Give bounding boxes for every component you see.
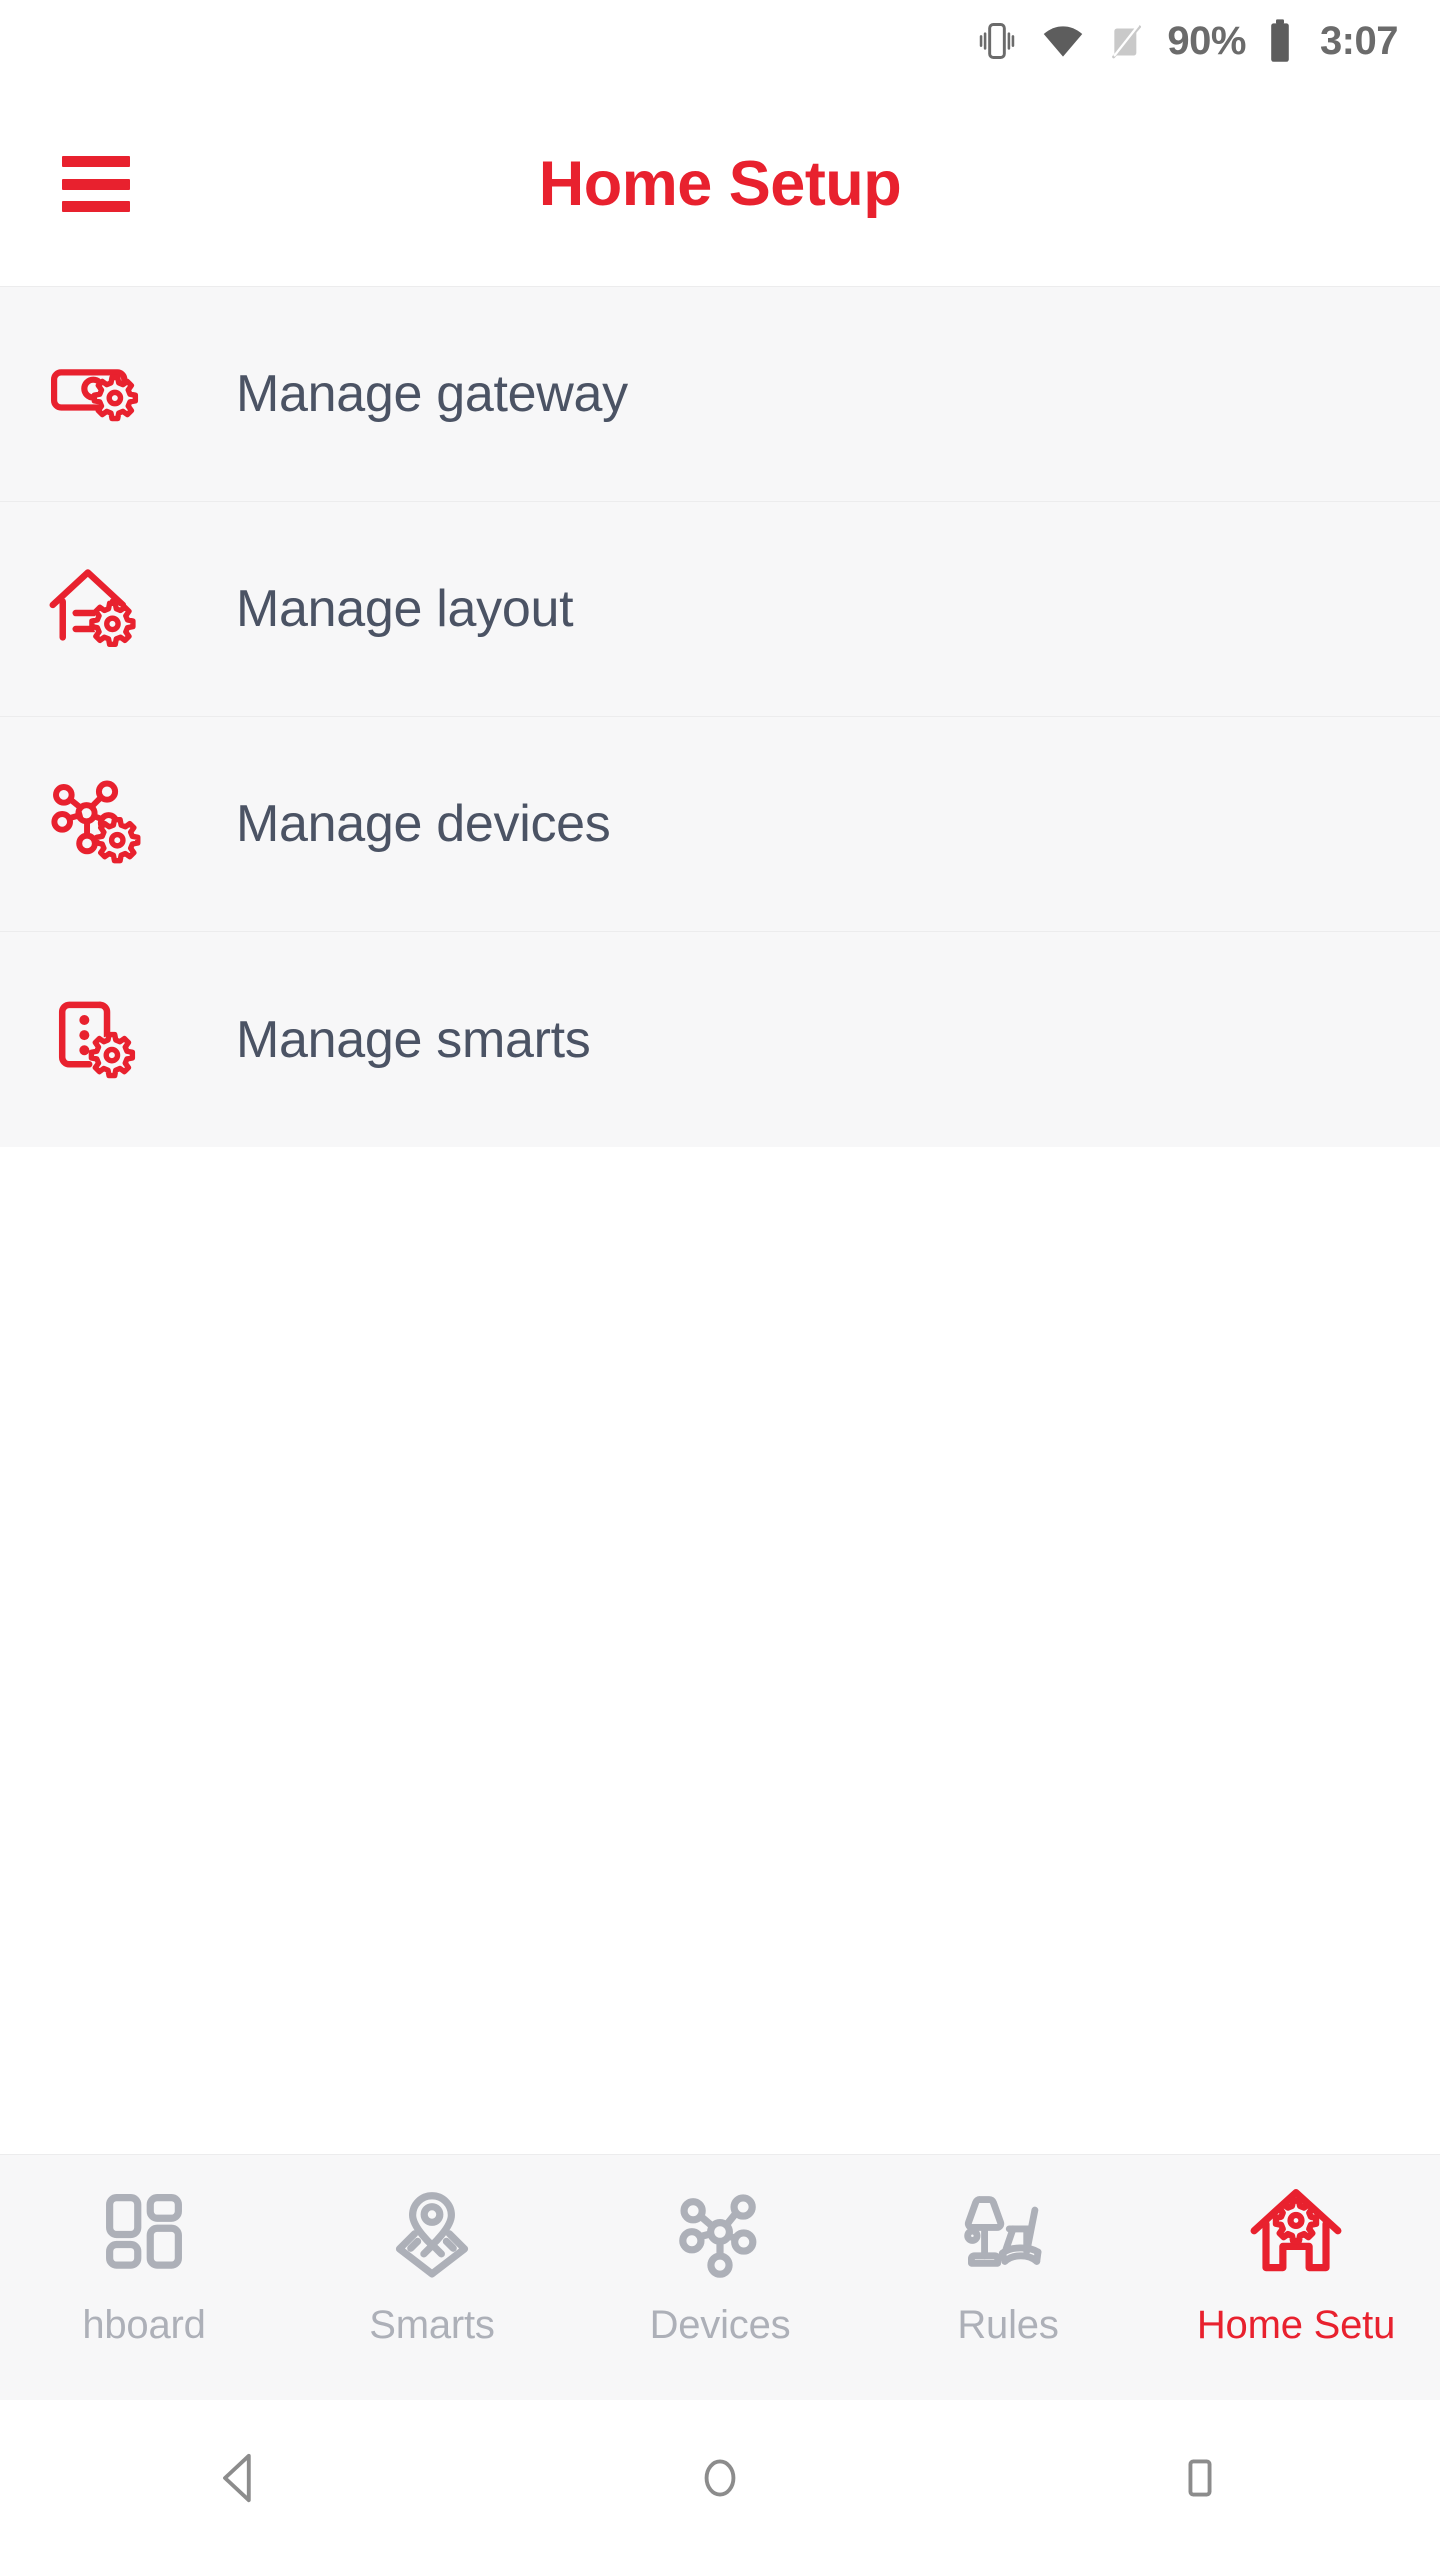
- device-network-settings-icon: [44, 768, 156, 880]
- recents-button[interactable]: [960, 2447, 1440, 2514]
- nav-item-devices[interactable]: Devices: [576, 2177, 864, 2348]
- status-bar: 90% 3:07: [0, 0, 1440, 82]
- wifi-icon: [1039, 19, 1087, 63]
- list-item-label: Manage smarts: [236, 1010, 591, 1069]
- hamburger-bar: [62, 178, 130, 190]
- nav-label: Devices: [649, 2303, 791, 2347]
- list-item-manage-gateway[interactable]: Manage gateway: [0, 287, 1440, 502]
- house-layout-settings-icon: [44, 553, 156, 665]
- back-triangle-icon: [209, 2447, 271, 2514]
- vibrate-icon: [975, 19, 1019, 63]
- setup-options-list: Manage gateway Manage layout Manage devi…: [0, 286, 1440, 1147]
- app-bar: Home Setup: [0, 82, 1440, 286]
- nav-item-smarts[interactable]: Smarts: [288, 2177, 576, 2348]
- battery-percent-label: 90%: [1167, 19, 1246, 63]
- nav-item-rules[interactable]: Rules: [864, 2177, 1152, 2348]
- nav-item-home-setup[interactable]: Home Setu: [1152, 2177, 1440, 2348]
- page-title: Home Setup: [538, 149, 902, 219]
- nav-label: hboard: [82, 2303, 206, 2347]
- list-item-label: Manage devices: [236, 795, 611, 853]
- nav-label: Home Setu: [1196, 2303, 1396, 2347]
- list-item-manage-layout[interactable]: Manage layout: [0, 502, 1440, 717]
- empty-content-area: [0, 1147, 1440, 2154]
- android-system-nav-bar: [0, 2400, 1440, 2560]
- clock-label: 3:07: [1319, 19, 1399, 63]
- list-item-manage-devices[interactable]: Manage devices: [0, 717, 1440, 932]
- signal-off-icon: [1107, 19, 1147, 63]
- lamp-chair-icon: [953, 2177, 1063, 2287]
- device-hub-icon: [665, 2177, 775, 2287]
- list-item-label: Manage layout: [236, 580, 574, 638]
- list-item-label: Manage gateway: [236, 365, 628, 423]
- hamburger-bar: [62, 201, 130, 212]
- home-circle-icon: [689, 2447, 751, 2514]
- house-gear-icon: [1241, 2177, 1351, 2287]
- location-pin-icon: [377, 2177, 487, 2287]
- bottom-navigation-bar: hboard Smarts Devices Rules Home Setu: [0, 2154, 1440, 2400]
- recents-square-icon: [1169, 2447, 1231, 2514]
- gateway-settings-icon: [44, 338, 156, 450]
- nav-label: Smarts: [369, 2303, 495, 2347]
- dashboard-grid-icon: [89, 2177, 199, 2287]
- battery-icon: [1266, 17, 1294, 65]
- home-button[interactable]: [480, 2447, 960, 2514]
- smarts-panel-settings-icon: [44, 984, 156, 1096]
- nav-label: Rules: [957, 2303, 1059, 2347]
- list-item-manage-smarts[interactable]: Manage smarts: [0, 932, 1440, 1147]
- back-button[interactable]: [0, 2447, 480, 2514]
- hamburger-menu-icon[interactable]: [62, 156, 130, 212]
- hamburger-bar: [62, 156, 130, 167]
- nav-item-dashboard[interactable]: hboard: [0, 2177, 288, 2348]
- app-screen: 90% 3:07 Home Setup Manage gateway Manag…: [0, 0, 1440, 2560]
